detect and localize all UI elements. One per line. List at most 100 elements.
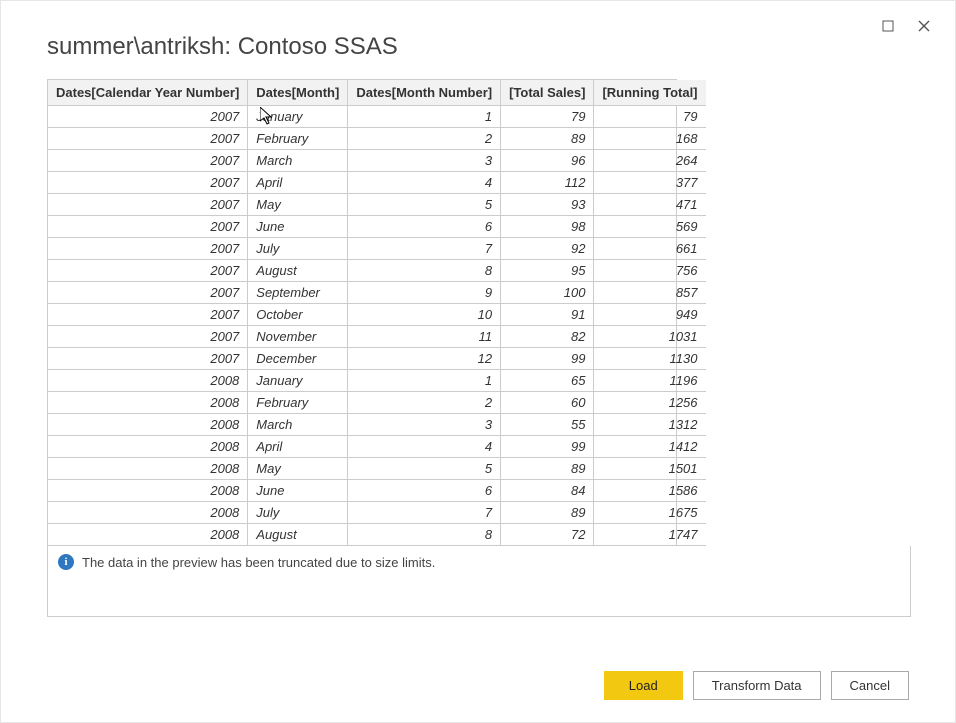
table-cell: 93 — [501, 194, 594, 216]
table-cell: 89 — [501, 502, 594, 524]
dialog-button-row: Load Transform Data Cancel — [604, 671, 909, 700]
table-cell: April — [248, 172, 348, 194]
table-row[interactable]: 2007August895756 — [48, 260, 706, 282]
table-header-row: Dates[Calendar Year Number] Dates[Month]… — [48, 80, 706, 106]
column-header-running-total[interactable]: [Running Total] — [594, 80, 706, 106]
table-cell: February — [248, 128, 348, 150]
table-cell: 2008 — [48, 524, 248, 546]
data-table-container: Dates[Calendar Year Number] Dates[Month]… — [47, 79, 677, 546]
column-header-month-number[interactable]: Dates[Month Number] — [348, 80, 501, 106]
table-cell: 2007 — [48, 150, 248, 172]
column-header-year[interactable]: Dates[Calendar Year Number] — [48, 80, 248, 106]
table-cell: 9 — [348, 282, 501, 304]
table-cell: 2008 — [48, 480, 248, 502]
table-row[interactable]: 2007October1091949 — [48, 304, 706, 326]
table-cell: 91 — [501, 304, 594, 326]
table-cell: 2 — [348, 128, 501, 150]
table-row[interactable]: 2008July7891675 — [48, 502, 706, 524]
table-cell: 112 — [501, 172, 594, 194]
table-cell: 2007 — [48, 238, 248, 260]
table-cell: 92 — [501, 238, 594, 260]
table-cell: March — [248, 414, 348, 436]
table-row[interactable]: 2007May593471 — [48, 194, 706, 216]
table-cell: 2007 — [48, 216, 248, 238]
table-cell: 661 — [594, 238, 706, 260]
table-row[interactable]: 2007March396264 — [48, 150, 706, 172]
info-icon: i — [58, 554, 74, 570]
table-row[interactable]: 2007July792661 — [48, 238, 706, 260]
table-cell: 1586 — [594, 480, 706, 502]
table-row[interactable]: 2007September9100857 — [48, 282, 706, 304]
table-row[interactable]: 2007June698569 — [48, 216, 706, 238]
table-cell: 7 — [348, 502, 501, 524]
close-icon[interactable] — [915, 17, 933, 35]
table-cell: June — [248, 216, 348, 238]
table-row[interactable]: 2008June6841586 — [48, 480, 706, 502]
table-row[interactable]: 2008March3551312 — [48, 414, 706, 436]
table-cell: October — [248, 304, 348, 326]
table-cell: 100 — [501, 282, 594, 304]
table-cell: 2007 — [48, 304, 248, 326]
table-row[interactable]: 2008April4991412 — [48, 436, 706, 458]
table-cell: February — [248, 392, 348, 414]
table-cell: 2007 — [48, 194, 248, 216]
table-cell: 756 — [594, 260, 706, 282]
table-cell: 2008 — [48, 414, 248, 436]
table-cell: 2008 — [48, 458, 248, 480]
table-cell: 3 — [348, 150, 501, 172]
table-cell: 1312 — [594, 414, 706, 436]
maximize-icon[interactable] — [879, 17, 897, 35]
load-button[interactable]: Load — [604, 671, 683, 700]
table-cell: 1130 — [594, 348, 706, 370]
table-cell: 55 — [501, 414, 594, 436]
table-cell: 65 — [501, 370, 594, 392]
table-cell: 98 — [501, 216, 594, 238]
table-row[interactable]: 2007December12991130 — [48, 348, 706, 370]
table-cell: January — [248, 106, 348, 128]
table-cell: 89 — [501, 128, 594, 150]
cancel-button[interactable]: Cancel — [831, 671, 909, 700]
table-row[interactable]: 2008January1651196 — [48, 370, 706, 392]
table-cell: 2008 — [48, 502, 248, 524]
table-cell: 89 — [501, 458, 594, 480]
table-cell: January — [248, 370, 348, 392]
table-cell: 2007 — [48, 282, 248, 304]
table-cell: 79 — [501, 106, 594, 128]
table-cell: 79 — [594, 106, 706, 128]
table-cell: 949 — [594, 304, 706, 326]
table-row[interactable]: 2008February2601256 — [48, 392, 706, 414]
table-cell: June — [248, 480, 348, 502]
table-cell: 99 — [501, 436, 594, 458]
table-cell: 2008 — [48, 392, 248, 414]
table-cell: 4 — [348, 172, 501, 194]
table-cell: 99 — [501, 348, 594, 370]
table-row[interactable]: 2007February289168 — [48, 128, 706, 150]
table-cell: 3 — [348, 414, 501, 436]
table-cell: 471 — [594, 194, 706, 216]
table-cell: 2007 — [48, 172, 248, 194]
table-cell: August — [248, 524, 348, 546]
table-row[interactable]: 2007November11821031 — [48, 326, 706, 348]
transform-data-button[interactable]: Transform Data — [693, 671, 821, 700]
table-cell: 5 — [348, 458, 501, 480]
table-cell: 1256 — [594, 392, 706, 414]
table-cell: May — [248, 458, 348, 480]
table-cell: 2007 — [48, 106, 248, 128]
table-row[interactable]: 2007January17979 — [48, 106, 706, 128]
table-cell: 2008 — [48, 436, 248, 458]
table-cell: 857 — [594, 282, 706, 304]
table-row[interactable]: 2008May5891501 — [48, 458, 706, 480]
table-cell: 8 — [348, 260, 501, 282]
table-row[interactable]: 2007April4112377 — [48, 172, 706, 194]
dialog-window: summer\antriksh: Contoso SSAS Dates[Cale… — [0, 0, 956, 723]
table-row[interactable]: 2008August8721747 — [48, 524, 706, 546]
table-cell: April — [248, 436, 348, 458]
table-cell: 1031 — [594, 326, 706, 348]
table-cell: 2007 — [48, 326, 248, 348]
column-header-month[interactable]: Dates[Month] — [248, 80, 348, 106]
column-header-total-sales[interactable]: [Total Sales] — [501, 80, 594, 106]
truncated-info-bar: i The data in the preview has been trunc… — [47, 546, 911, 617]
table-cell: 60 — [501, 392, 594, 414]
table-cell: 1 — [348, 106, 501, 128]
table-cell: 95 — [501, 260, 594, 282]
